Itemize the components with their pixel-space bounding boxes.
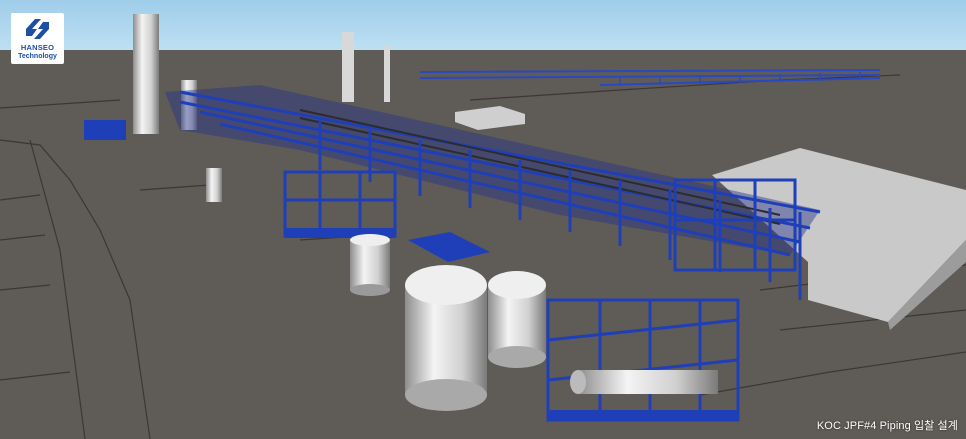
- vessel-mid: [350, 234, 390, 296]
- tank-large: [405, 265, 487, 411]
- company-logo: HANSEO Technology: [11, 13, 64, 64]
- tower-far-1: [342, 32, 354, 102]
- logo-line1: HANSEO: [20, 43, 55, 52]
- tower-left-tall: [133, 14, 159, 134]
- tank-medium: [488, 271, 546, 368]
- vessel-horizontal: [570, 370, 718, 394]
- caption-text: KOC JPF#4 Piping 입찰 설계: [816, 420, 958, 432]
- hanseo-logo-icon: [26, 19, 49, 39]
- skid-left: [84, 120, 126, 140]
- tower-far-2: [384, 46, 390, 102]
- logo-line2: Technology: [18, 53, 57, 60]
- skid-frame-front-base: [548, 410, 738, 420]
- vessel-small: [206, 168, 222, 202]
- plant-3d-render: [0, 0, 966, 439]
